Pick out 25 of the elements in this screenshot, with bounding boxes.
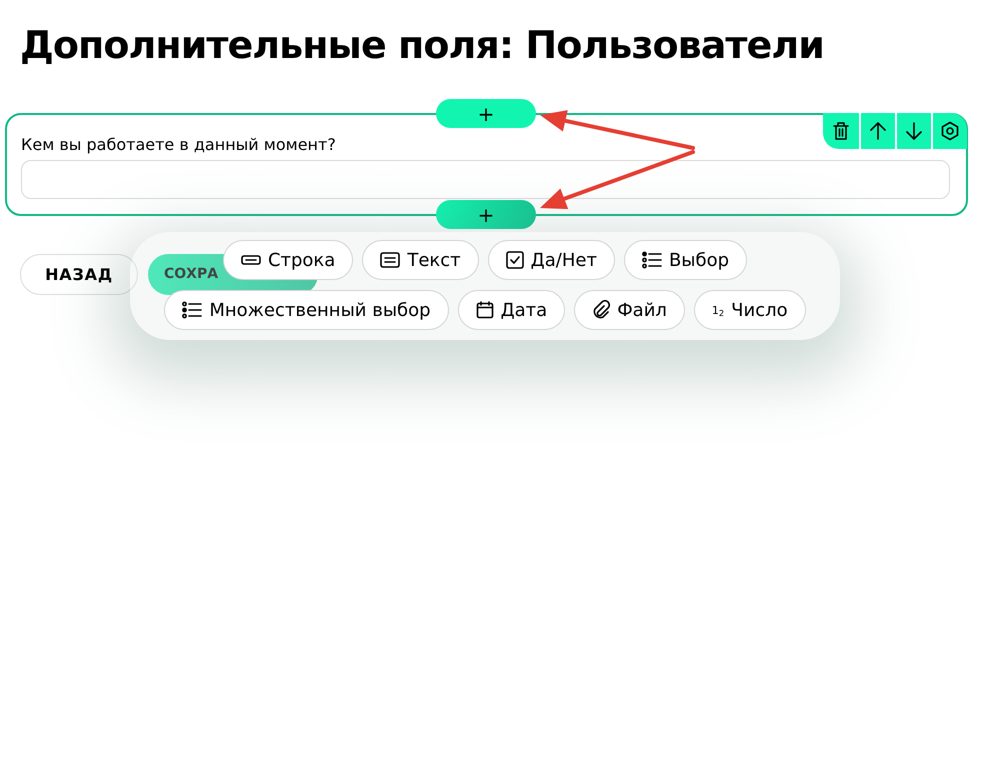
- paperclip-icon: [592, 300, 610, 320]
- field-type-chip[interactable]: Множественный выбор: [164, 290, 449, 330]
- field-type-chip[interactable]: Текст: [362, 240, 479, 280]
- field-type-chip[interactable]: Файл: [574, 290, 685, 330]
- page-title: Дополнительные поля: Пользователи: [20, 26, 824, 64]
- arrow-up-icon: [869, 121, 887, 141]
- calendar-icon: [476, 301, 494, 319]
- field-type-chip[interactable]: Дата: [458, 290, 566, 330]
- field-type-chip[interactable]: Выбор: [624, 240, 748, 280]
- input-field[interactable]: [21, 160, 950, 199]
- field-type-chip[interactable]: Строка: [222, 240, 354, 280]
- field-type-chip[interactable]: Да/Нет: [488, 240, 615, 280]
- add-field-button[interactable]: +: [436, 99, 536, 128]
- settings-icon: [940, 121, 960, 141]
- number-icon: 1$_{2}$: [712, 304, 724, 316]
- add-field-button[interactable]: +: [436, 200, 536, 229]
- field-label: Кем вы работаете в данный момент?: [21, 134, 336, 156]
- checkbox-icon: [506, 251, 524, 269]
- trash-icon: [832, 121, 850, 141]
- list-icon: [182, 301, 202, 319]
- arrow-down-icon: [905, 121, 923, 141]
- field-type-chip[interactable]: 1$_{2}$ Число: [694, 290, 806, 330]
- text-box-icon: [380, 252, 400, 268]
- list-icon: [642, 251, 662, 269]
- back-button[interactable]: НАЗАД: [20, 254, 138, 295]
